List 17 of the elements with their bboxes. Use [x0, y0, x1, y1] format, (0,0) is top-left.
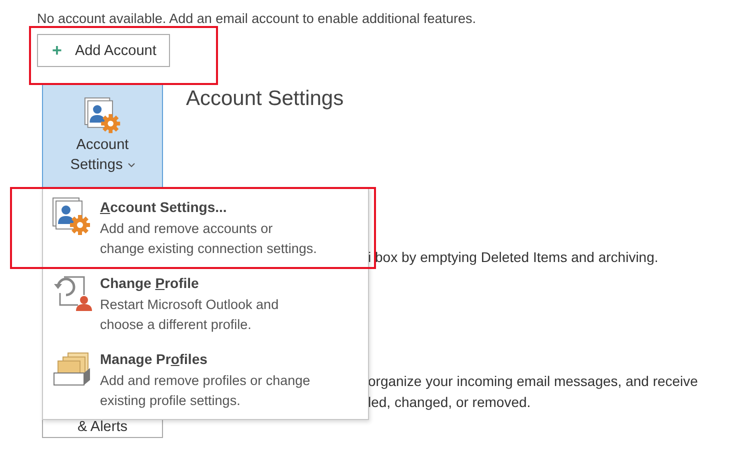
plus-icon: + [52, 40, 62, 60]
caret-icon [128, 162, 135, 168]
description-text: i box by emptying Deleted Items and archiving. [368, 248, 658, 267]
account-gear-icon [52, 197, 92, 237]
menu-item-title: Manage Profiles [100, 350, 208, 369]
description-text: led, changed, or removed. [368, 393, 531, 412]
add-account-button[interactable]: + Add Account [37, 34, 170, 67]
section-heading: Account Settings [186, 87, 345, 111]
menu-item-title: Change Profile [100, 274, 200, 293]
menu-item-description: Restart Microsoft Outlook and choose a different profile. [100, 296, 279, 334]
menu-item[interactable]: Change Profile Restart Microsoft Outlook and choose a different profile. [43, 267, 368, 343]
menu-item-description: Add and remove accounts or change existing connection settings. [100, 220, 317, 258]
menu-item-description: Add and remove profiles or change existing profile settings. [100, 372, 310, 410]
notice-text: No account available. Add an email account to enable additional features. [36, 10, 478, 27]
description-text: organize your incoming email messages, and receive [368, 372, 698, 391]
menu-item-title: Account Settings... [100, 198, 228, 217]
account-gear-icon [84, 97, 122, 135]
